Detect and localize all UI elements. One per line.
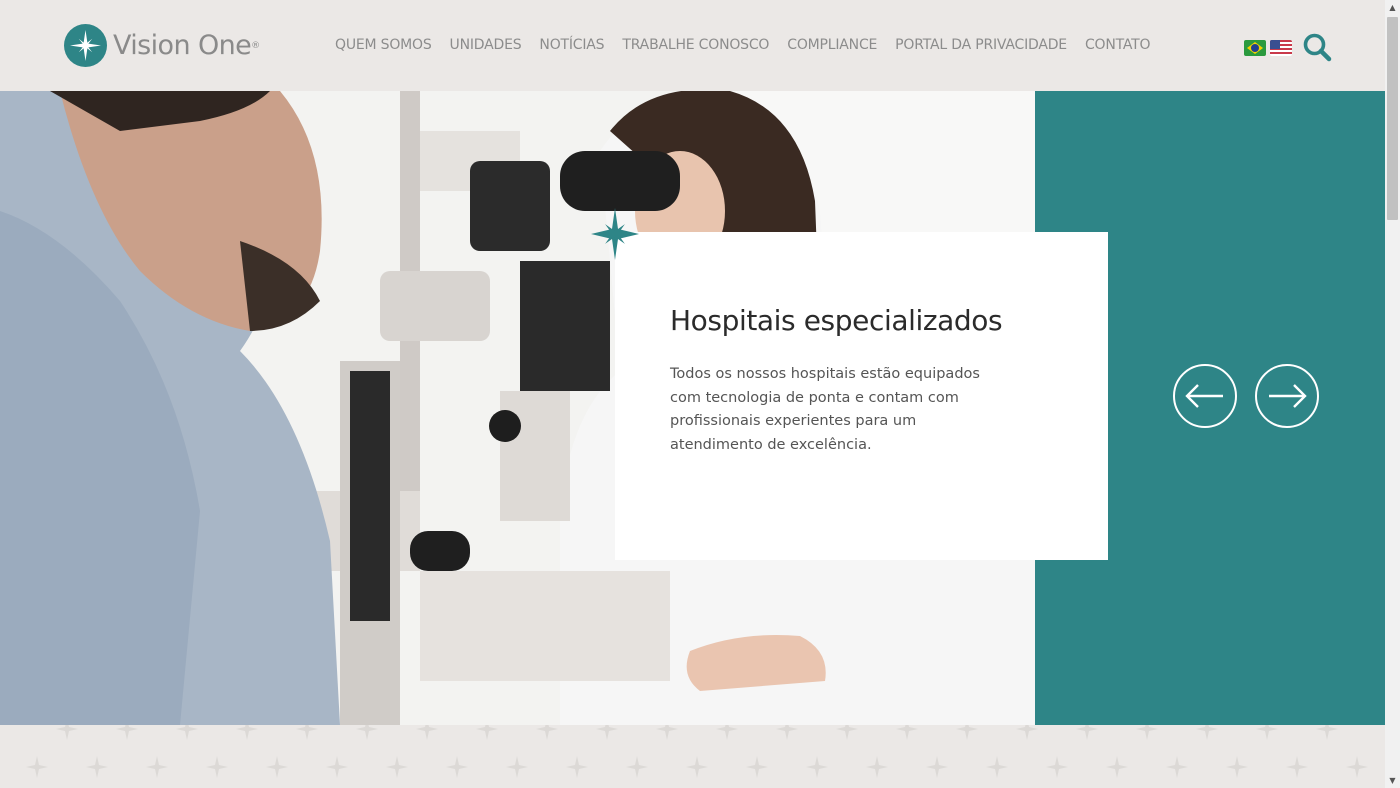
scroll-down-arrow-icon[interactable]: ▼ <box>1385 773 1400 788</box>
pattern-star-icon <box>746 756 768 778</box>
pattern-star-icon <box>866 756 888 778</box>
pattern-star-icon <box>1226 756 1248 778</box>
nav-unidades[interactable]: UNIDADES <box>450 37 522 53</box>
nav-compliance[interactable]: COMPLIANCE <box>787 37 877 53</box>
sparkle-star-icon <box>587 206 643 266</box>
previous-slide-button[interactable] <box>1173 364 1237 428</box>
pattern-star-icon <box>896 725 918 740</box>
pattern-star-icon <box>596 725 618 740</box>
pattern-star-icon <box>566 756 588 778</box>
pattern-star-icon <box>56 725 78 740</box>
next-slide-button[interactable] <box>1255 364 1319 428</box>
logo-text: Vision One <box>113 30 252 61</box>
pattern-star-icon <box>416 725 438 740</box>
nav-quem-somos[interactable]: QUEM SOMOS <box>335 37 432 53</box>
nav-trabalhe-conosco[interactable]: TRABALHE CONOSCO <box>622 37 769 53</box>
pattern-star-icon <box>1046 756 1068 778</box>
slide-title: Hospitais especializados <box>670 304 1003 337</box>
pattern-star-icon <box>626 756 648 778</box>
scrollbar-thumb[interactable] <box>1387 17 1398 220</box>
arrow-right-icon <box>1269 384 1307 408</box>
pattern-star-icon <box>1196 725 1218 740</box>
logo-registered-mark: ® <box>251 40 261 51</box>
pattern-star-icon <box>926 756 948 778</box>
nav-noticias[interactable]: NOTÍCIAS <box>539 37 604 53</box>
star-logo-icon <box>64 24 107 67</box>
scroll-up-arrow-icon[interactable]: ▲ <box>1385 0 1400 15</box>
pattern-star-icon <box>146 756 168 778</box>
pattern-star-icon <box>656 725 678 740</box>
pattern-star-icon <box>776 725 798 740</box>
hero-slider: Hospitais especializados Todos os nossos… <box>0 91 1385 725</box>
pattern-star-icon <box>536 725 558 740</box>
brazil-flag-icon[interactable] <box>1244 40 1266 56</box>
pattern-star-icon <box>956 725 978 740</box>
pattern-star-icon <box>716 725 738 740</box>
pattern-star-icon <box>506 756 528 778</box>
pattern-star-icon <box>1286 756 1308 778</box>
pattern-star-icon <box>386 756 408 778</box>
vertical-scrollbar[interactable]: ▲ ▼ <box>1385 0 1400 788</box>
pattern-star-icon <box>1346 756 1368 778</box>
main-nav: QUEM SOMOS UNIDADES NOTÍCIAS TRABALHE CO… <box>335 37 1151 53</box>
pattern-star-icon <box>1106 756 1128 778</box>
pattern-star-icon <box>116 725 138 740</box>
pattern-star-icon <box>26 756 48 778</box>
pattern-star-icon <box>356 725 378 740</box>
pattern-star-icon <box>476 725 498 740</box>
nav-portal-da-privacidade[interactable]: PORTAL DA PRIVACIDADE <box>895 37 1067 53</box>
pattern-star-icon <box>806 756 828 778</box>
slide-card: Hospitais especializados Todos os nossos… <box>591 208 1108 560</box>
pattern-star-icon <box>1316 725 1338 740</box>
pattern-star-icon <box>986 756 1008 778</box>
pattern-star-icon <box>1136 725 1158 740</box>
pattern-star-icon <box>446 756 468 778</box>
arrow-left-icon <box>1185 384 1223 408</box>
pattern-star-icon <box>1016 725 1038 740</box>
logo[interactable]: Vision One ® <box>64 24 260 67</box>
site-header: Vision One ® QUEM SOMOS UNIDADES NOTÍCIAS… <box>0 0 1385 91</box>
pattern-star-icon <box>686 756 708 778</box>
star-pattern-background <box>0 725 1385 788</box>
pattern-star-icon <box>1256 725 1278 740</box>
language-switcher <box>1244 40 1292 56</box>
slide-description: Todos os nossos hospitais estão equipado… <box>670 366 980 453</box>
pattern-star-icon <box>176 725 198 740</box>
pattern-star-icon <box>206 756 228 778</box>
pattern-star-icon <box>266 756 288 778</box>
pattern-star-icon <box>296 725 318 740</box>
pattern-star-icon <box>1166 756 1188 778</box>
search-icon[interactable] <box>1302 32 1332 66</box>
nav-contato[interactable]: CONTATO <box>1085 37 1151 53</box>
pattern-star-icon <box>326 756 348 778</box>
pattern-star-icon <box>236 725 258 740</box>
pattern-star-icon <box>836 725 858 740</box>
pattern-star-icon <box>1076 725 1098 740</box>
usa-flag-icon[interactable] <box>1270 40 1292 56</box>
pattern-star-icon <box>86 756 108 778</box>
